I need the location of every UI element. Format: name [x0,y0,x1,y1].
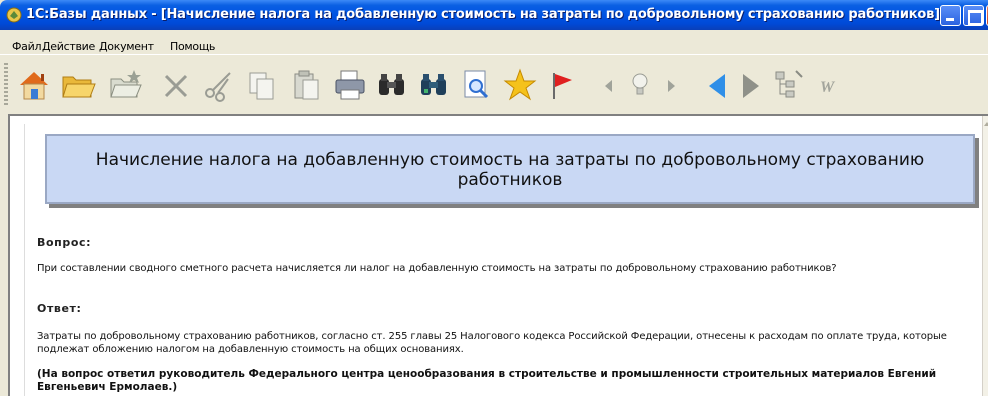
answer-text: Затраты по добровольному страхованию раб… [37,331,947,355]
content-frame: Начисление налога на добавленную стоимос… [8,114,988,396]
toolbar-grip[interactable] [4,63,8,105]
menu-action[interactable]: Действие [42,40,95,53]
home-icon[interactable] [14,65,54,105]
vertical-scrollbar[interactable] [982,116,988,396]
answer-heading: Ответ: [37,302,82,315]
print-icon[interactable] [330,65,370,105]
cut-icon[interactable] [198,65,238,105]
svg-text:W: W [820,79,836,96]
next-small-icon[interactable] [652,65,692,105]
answered-by-note: (На вопрос ответил руководитель Федераль… [37,368,937,393]
word-icon[interactable]: W [810,65,850,105]
title-bar[interactable]: 1С:Базы данных - [Начисление налога на д… [0,0,988,30]
find-icon[interactable] [372,65,412,105]
question-text: При составлении сводного сметного расчет… [37,263,837,274]
app-window: 1С:Базы данных - [Начисление налога на д… [0,0,988,396]
forward-icon[interactable] [730,65,770,105]
menu-file[interactable]: Файл [12,40,42,53]
open-folder-icon[interactable] [58,65,98,105]
maximize-button[interactable] [963,5,984,26]
app-icon [6,7,22,23]
minimize-button[interactable] [940,5,961,26]
menu-bar: Файл Действие Документ Помощь [0,30,988,54]
find-next-icon[interactable] [414,65,454,105]
delete-icon[interactable] [156,65,196,105]
menu-document[interactable]: Документ [99,40,154,53]
copy-icon[interactable] [242,65,282,105]
menu-help[interactable]: Помощь [170,40,215,53]
scroll-up-icon[interactable] [984,122,988,126]
window-title: 1С:Базы данных - [Начисление налога на д… [26,7,940,22]
bookmark-flag-icon[interactable] [542,65,582,105]
document-title-banner: Начисление налога на добавленную стоимос… [45,134,975,204]
toolbar: W [0,54,988,114]
preview-icon[interactable] [456,65,496,105]
new-folder-icon[interactable] [106,65,146,105]
document-view: Начисление налога на добавленную стоимос… [24,124,982,396]
paste-icon[interactable] [286,65,326,105]
favorites-star-icon[interactable] [500,65,540,105]
question-heading: Вопрос: [37,236,92,249]
tree-icon[interactable] [768,65,808,105]
